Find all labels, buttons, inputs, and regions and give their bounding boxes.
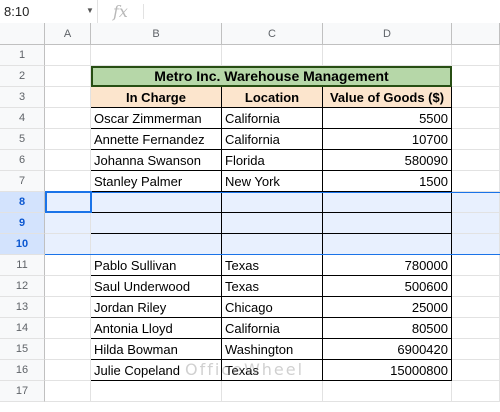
row-header-10[interactable]: 10 — [0, 234, 45, 255]
grid-cell[interactable] — [45, 339, 91, 360]
value-cell[interactable]: 25000 — [323, 297, 452, 318]
grid-cell[interactable] — [45, 45, 91, 66]
grid-cell[interactable] — [45, 66, 91, 87]
grid-cell[interactable] — [323, 381, 452, 402]
value-cell[interactable]: 6900420 — [323, 339, 452, 360]
location-cell[interactable]: Texas — [222, 276, 323, 297]
in-charge-cell[interactable]: Jordan Riley — [91, 297, 222, 318]
row-header-6[interactable]: 6 — [0, 150, 45, 171]
table-title: Metro Inc. Warehouse Management — [91, 66, 452, 87]
column-header-c[interactable]: C — [222, 23, 323, 45]
formula-bar: 8:10 ▼ fx — [0, 0, 500, 24]
row-header-3[interactable]: 3 — [0, 87, 45, 108]
grid-cell[interactable] — [452, 171, 500, 192]
row-header-15[interactable]: 15 — [0, 339, 45, 360]
formula-divider — [143, 4, 144, 19]
grid-cell[interactable] — [452, 129, 500, 150]
grid-cell[interactable] — [45, 276, 91, 297]
column-heading: Location — [222, 87, 323, 108]
in-charge-cell[interactable]: Antonia Lloyd — [91, 318, 222, 339]
selection-border — [45, 192, 500, 255]
value-cell[interactable]: 5500 — [323, 108, 452, 129]
row-header-9[interactable]: 9 — [0, 213, 45, 234]
row-header-14[interactable]: 14 — [0, 318, 45, 339]
column-heading: In Charge — [91, 87, 222, 108]
in-charge-cell[interactable]: Hilda Bowman — [91, 339, 222, 360]
location-cell[interactable]: Chicago — [222, 297, 323, 318]
row-header-13[interactable]: 13 — [0, 297, 45, 318]
grid-cell[interactable] — [222, 381, 323, 402]
row-header-17[interactable]: 17 — [0, 381, 45, 402]
grid-cell[interactable] — [452, 255, 500, 276]
row-header-16[interactable]: 16 — [0, 360, 45, 381]
column-heading: Value of Goods ($) — [323, 87, 452, 108]
grid-cell[interactable] — [91, 381, 222, 402]
grid-cell[interactable] — [452, 45, 500, 66]
grid-cell[interactable] — [452, 87, 500, 108]
location-cell[interactable]: Florida — [222, 150, 323, 171]
grid-cell[interactable] — [222, 45, 323, 66]
formula-input[interactable] — [150, 0, 490, 23]
grid-cell[interactable] — [45, 360, 91, 381]
in-charge-cell[interactable]: Stanley Palmer — [91, 171, 222, 192]
select-all-corner[interactable] — [0, 23, 45, 45]
fx-icon: fx — [113, 2, 128, 21]
row-header-7[interactable]: 7 — [0, 171, 45, 192]
column-header-a[interactable]: A — [45, 23, 91, 45]
in-charge-cell[interactable]: Pablo Sullivan — [91, 255, 222, 276]
grid-cell[interactable] — [452, 360, 500, 381]
location-cell[interactable]: New York — [222, 171, 323, 192]
value-cell[interactable]: 1500 — [323, 171, 452, 192]
grid-cell[interactable] — [323, 45, 452, 66]
column-header-b[interactable]: B — [91, 23, 222, 45]
column-header-blank — [452, 23, 500, 45]
grid-cell[interactable] — [452, 318, 500, 339]
value-cell[interactable]: 580090 — [323, 150, 452, 171]
grid-cell[interactable] — [45, 381, 91, 402]
row-header-1[interactable]: 1 — [0, 45, 45, 66]
value-cell[interactable]: 15000800 — [323, 360, 452, 381]
row-header-4[interactable]: 4 — [0, 108, 45, 129]
location-cell[interactable]: Texas — [222, 255, 323, 276]
row-header-5[interactable]: 5 — [0, 129, 45, 150]
chevron-down-icon[interactable]: ▼ — [86, 6, 94, 15]
grid-cell[interactable] — [452, 339, 500, 360]
grid-cell[interactable] — [452, 381, 500, 402]
location-cell[interactable]: California — [222, 129, 323, 150]
row-header-11[interactable]: 11 — [0, 255, 45, 276]
grid-cell[interactable] — [45, 150, 91, 171]
spreadsheet-grid: A B C D 1 2 3 4 5 6 7 8 9 10 11 12 13 14 15 16 17 Metro Inc. … — [0, 23, 500, 412]
grid-cell[interactable] — [452, 66, 500, 87]
grid-cell[interactable] — [45, 171, 91, 192]
grid-cell[interactable] — [91, 45, 222, 66]
value-cell[interactable]: 80500 — [323, 318, 452, 339]
location-cell[interactable]: California — [222, 318, 323, 339]
value-cell[interactable]: 780000 — [323, 255, 452, 276]
name-box[interactable]: 8:10 ▼ — [0, 0, 98, 23]
row-header-8[interactable]: 8 — [0, 192, 45, 213]
row-header-12[interactable]: 12 — [0, 276, 45, 297]
grid-cell[interactable] — [452, 297, 500, 318]
grid-cell[interactable] — [45, 255, 91, 276]
grid-cell[interactable] — [452, 150, 500, 171]
name-box-value: 8:10 — [4, 4, 30, 19]
in-charge-cell[interactable]: Johanna Swanson — [91, 150, 222, 171]
column-header-d[interactable]: D — [323, 23, 452, 45]
grid-cell[interactable] — [45, 318, 91, 339]
location-cell[interactable]: California — [222, 108, 323, 129]
grid-cell[interactable] — [45, 129, 91, 150]
location-cell[interactable]: Washington — [222, 339, 323, 360]
in-charge-cell[interactable]: Oscar Zimmerman — [91, 108, 222, 129]
row-header-2[interactable]: 2 — [0, 66, 45, 87]
value-cell[interactable]: 10700 — [323, 129, 452, 150]
value-cell[interactable]: 500600 — [323, 276, 452, 297]
watermark: OfficeWheel — [185, 360, 305, 379]
grid-cell[interactable] — [45, 87, 91, 108]
grid-cell[interactable] — [452, 108, 500, 129]
grid-cell[interactable] — [452, 276, 500, 297]
in-charge-cell[interactable]: Annette Fernandez — [91, 129, 222, 150]
grid-cell[interactable] — [45, 297, 91, 318]
in-charge-cell[interactable]: Saul Underwood — [91, 276, 222, 297]
grid-cell[interactable] — [45, 108, 91, 129]
